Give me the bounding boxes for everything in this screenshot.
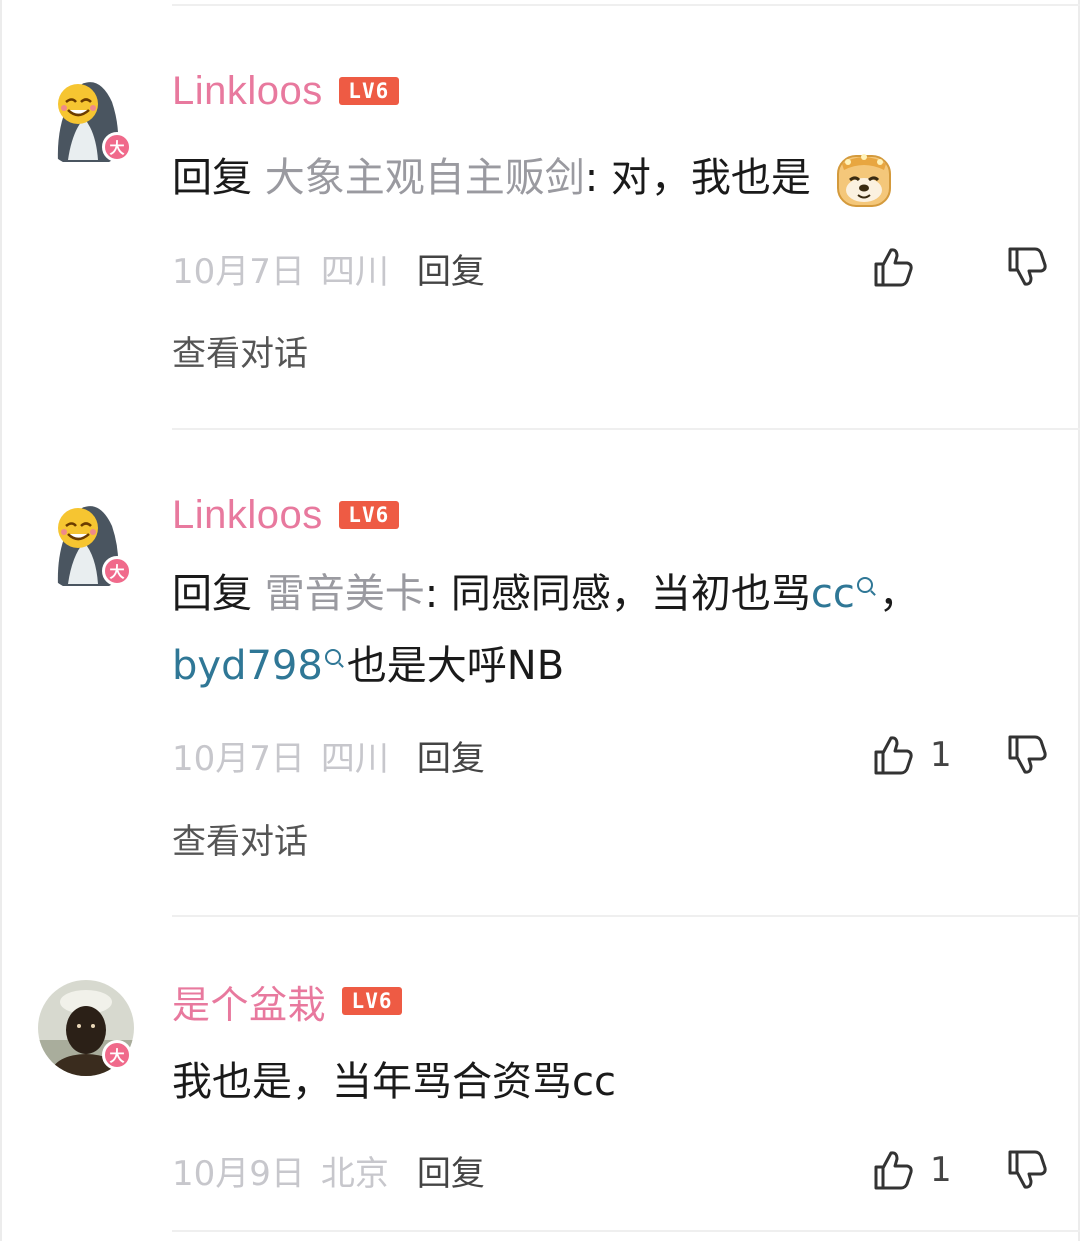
username[interactable]: 是个盆栽 bbox=[172, 974, 326, 1029]
comment-actions: 1 bbox=[870, 730, 1050, 780]
like-count: 1 bbox=[930, 735, 952, 775]
comment-text: 我也是，当年骂合资骂cc bbox=[172, 1059, 616, 1105]
comment-body: : 对，我也是 bbox=[584, 155, 811, 201]
vip-badge: 大 bbox=[102, 1040, 132, 1070]
username[interactable]: Linkloos bbox=[172, 493, 323, 538]
comment-body-part2: ， bbox=[878, 571, 919, 617]
avatar[interactable]: 大 bbox=[38, 980, 134, 1076]
vip-badge: 大 bbox=[102, 132, 132, 162]
level-badge: LV6 bbox=[338, 77, 399, 105]
meta-row: 10月9日 北京 回复 bbox=[172, 1146, 485, 1194]
comment-date: 10月9日 bbox=[172, 1153, 305, 1194]
meta-row: 10月7日 四川 回复 bbox=[172, 244, 485, 292]
comment-text: 回复 大象主观自主贩剑: 对，我也是 bbox=[172, 142, 1010, 214]
comment-actions: 1 bbox=[870, 1145, 1050, 1195]
divider-top bbox=[172, 4, 1080, 6]
search-icon bbox=[324, 648, 341, 665]
thumbs-up-icon bbox=[874, 248, 913, 287]
vip-badge: 大 bbox=[102, 556, 132, 586]
reply-prefix: 回复 bbox=[172, 571, 252, 617]
divider bbox=[172, 428, 1080, 430]
like-count: 1 bbox=[930, 1150, 952, 1190]
comment-location: 北京 bbox=[320, 1153, 389, 1194]
comment-body-part1: : 同感同感，当初也骂 bbox=[424, 571, 811, 617]
left-border bbox=[0, 0, 2, 1241]
like-button[interactable]: 1 bbox=[870, 1147, 952, 1193]
reply-button[interactable]: 回复 bbox=[417, 244, 485, 293]
comment-date: 10月7日 bbox=[172, 738, 305, 779]
like-button[interactable]: 1 bbox=[870, 732, 952, 778]
comment-location: 四川 bbox=[320, 738, 389, 779]
topic-link-byd798[interactable]: byd798 bbox=[172, 643, 323, 689]
comment-text: 回复 雷音美卡: 同感同感，当初也骂cc ， byd798 也是大呼NB bbox=[172, 558, 1010, 702]
thumbs-up-icon bbox=[874, 736, 913, 775]
thumbs-down-icon bbox=[1008, 735, 1047, 774]
username[interactable]: Linkloos bbox=[172, 69, 323, 114]
name-row: Linkloos LV6 bbox=[172, 490, 399, 540]
avatar[interactable]: 大 bbox=[38, 72, 134, 168]
like-button[interactable] bbox=[870, 244, 950, 290]
reply-prefix: 回复 bbox=[172, 155, 252, 201]
reply-target-user[interactable]: 雷音美卡 bbox=[265, 571, 425, 617]
view-conversation-link[interactable]: 查看对话 bbox=[172, 326, 308, 375]
dislike-button[interactable] bbox=[1004, 244, 1050, 290]
level-badge: LV6 bbox=[338, 501, 399, 529]
thumbs-up-icon bbox=[874, 1151, 913, 1190]
reply-button[interactable]: 回复 bbox=[417, 731, 485, 780]
name-row: Linkloos LV6 bbox=[172, 66, 399, 116]
search-icon bbox=[856, 576, 873, 593]
dislike-button[interactable] bbox=[1004, 1147, 1050, 1193]
comment-body-part3: 也是大呼NB bbox=[346, 643, 565, 689]
doge-sticker-icon bbox=[836, 154, 891, 207]
reply-target-user[interactable]: 大象主观自主贩剑 bbox=[265, 155, 585, 201]
reply-button[interactable]: 回复 bbox=[417, 1146, 485, 1195]
divider bbox=[172, 1230, 1080, 1232]
comment-location: 四川 bbox=[320, 251, 389, 292]
level-badge: LV6 bbox=[342, 987, 403, 1015]
divider bbox=[172, 915, 1080, 917]
thumbs-down-icon bbox=[1008, 247, 1047, 286]
comment-actions bbox=[870, 242, 1050, 292]
topic-link-cc[interactable]: cc bbox=[811, 571, 855, 617]
comment-date: 10月7日 bbox=[172, 251, 305, 292]
dislike-button[interactable] bbox=[1004, 732, 1050, 778]
name-row: 是个盆栽 LV6 bbox=[172, 974, 403, 1029]
meta-row: 10月7日 四川 回复 bbox=[172, 731, 485, 779]
avatar[interactable]: 大 bbox=[38, 496, 134, 592]
view-conversation-link[interactable]: 查看对话 bbox=[172, 814, 308, 863]
thumbs-down-icon bbox=[1008, 1150, 1047, 1189]
